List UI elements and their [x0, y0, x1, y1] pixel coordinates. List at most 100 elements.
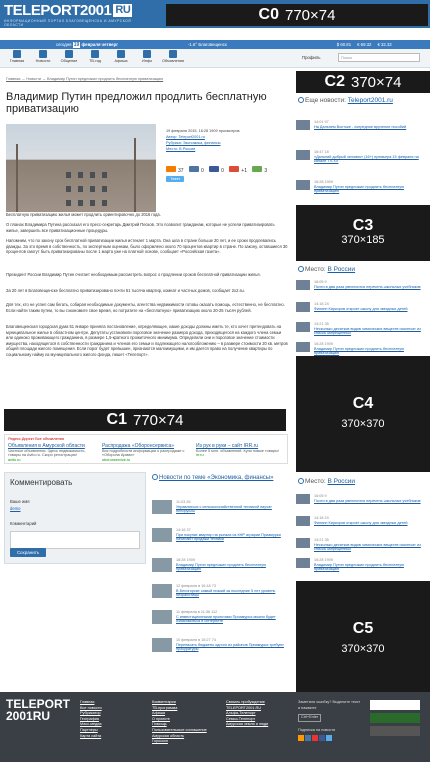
profile-menu[interactable]: Профиль [302, 55, 321, 60]
news-link[interactable]: Владимир Путин предложил продлить беспла… [314, 563, 430, 572]
breadcrumb[interactable]: Главная → Новости → Владимир Путин предл… [6, 77, 163, 81]
tweet-button[interactable]: Tweet [166, 176, 184, 182]
nav-news[interactable]: Новости [30, 50, 56, 63]
nav-home[interactable]: Главная [4, 50, 30, 63]
banner-c2[interactable]: C2 370×74 [296, 71, 430, 93]
nav-chat[interactable]: Общение [56, 50, 82, 63]
news-link[interactable]: Владимир Путин предложил продлить беспла… [314, 347, 430, 356]
footer-link[interactable]: Связать пробуждение [226, 700, 268, 706]
comment-form: Комментировать Ваше имя demo Комментарий… [4, 472, 146, 564]
rss-icon [152, 474, 158, 480]
vk-icon[interactable] [305, 735, 311, 742]
place-link[interactable]: В России [328, 478, 356, 485]
article-paragraph: О планах Владимира Путина рассказал его … [6, 222, 275, 233]
footer-col-4: Заметили ошибку? Выделите текст и нажмит… [298, 700, 362, 744]
footer-link[interactable]: Рубрикатор [80, 711, 102, 717]
nav-label: Инфо [141, 59, 153, 63]
stat-counter[interactable] [370, 726, 420, 736]
page-title: Владимир Путин предложил продлить беспла… [6, 91, 267, 115]
share-count: 37 [178, 168, 184, 174]
news-link[interactable]: Несколько десятков видов химических веще… [314, 543, 430, 552]
mailru-counter[interactable] [370, 700, 420, 710]
news-link[interactable]: Несколько десятков видов химических веще… [314, 327, 430, 336]
banner-c5-code: C5 [352, 620, 374, 637]
footer-link[interactable]: Гороскоп [152, 739, 207, 745]
place-label: Место: [305, 266, 326, 273]
nav-events[interactable]: Афиша [108, 50, 134, 63]
news-link[interactable]: Почти в два раза увеличится перечень шко… [314, 285, 430, 290]
nav-ads[interactable]: Объявления [160, 50, 186, 63]
logo-text: TELEPORT2001 [4, 2, 112, 19]
ad-item[interactable]: Из рук в руки – сайт IRR.ru Более 5 млн.… [196, 444, 286, 458]
rss-icon [298, 97, 304, 103]
banner-c3-code: C3 [352, 217, 374, 234]
banner-c4-size: 370×370 [341, 418, 385, 430]
news-thumb [296, 558, 310, 568]
article-paragraph: Благовещенская городская дума 51 январе … [6, 324, 288, 357]
weather-widget[interactable]: -1.6° Благовещенск [188, 42, 227, 47]
like-share-icon[interactable] [252, 166, 263, 172]
news-link[interactable]: С инвестиционными проектами Приамурья мо… [176, 615, 288, 624]
nav-label: ТВ-гид [89, 59, 101, 63]
twitter-icon[interactable] [326, 735, 332, 742]
news-link[interactable]: Почти в два раза увеличится перечень шко… [314, 499, 430, 504]
rate-cny: € 32.32 [377, 42, 392, 47]
facebook-share-icon[interactable] [209, 166, 220, 172]
place-link[interactable]: В России [328, 266, 356, 273]
news-link[interactable]: Владимир Путин предложил продлить беспла… [176, 563, 288, 572]
banner-c5[interactable]: C5 370×370 [296, 581, 430, 697]
related-news: Новости по теме «Экономика, финансы» 11:… [152, 474, 288, 652]
banner-c4[interactable]: C4 370×370 [296, 356, 430, 472]
comment-label: Комментарий [10, 521, 37, 526]
info-bar: сегодня 19 февраля четверг -1.6° Благове… [0, 40, 430, 49]
news-link[interactable]: Владимир Путин предложил продлить беспла… [314, 185, 430, 194]
news-link[interactable]: Управляться с сельскохозяйственной техни… [176, 505, 288, 514]
nav-label: Общение [60, 59, 78, 63]
ad-title[interactable]: Объявления в Амурской области [8, 444, 98, 449]
ads-label[interactable]: Яндекс.Директ Все объявления [8, 437, 64, 441]
name-link[interactable]: demo [10, 506, 20, 511]
nav-tv[interactable]: ТВ-гид [82, 50, 108, 63]
mail-icon[interactable] [312, 735, 318, 742]
news-thumb [296, 120, 310, 130]
article-meta: 19 февраля 2015, 16:28 1909 просмотров А… [166, 128, 286, 152]
comment-textarea[interactable] [10, 531, 140, 549]
article-paragraph: Президент России Владимир Путин считает … [6, 272, 261, 277]
news-link[interactable]: «Дальний добрый человек» (16+) премьера … [314, 155, 430, 164]
news-link[interactable]: Переписать бюджеты одного из районов При… [176, 643, 288, 652]
meta-place[interactable]: Место: В России [166, 146, 286, 152]
footer-link[interactable]: Карта сайта [80, 734, 102, 740]
vk-share-icon[interactable] [188, 166, 199, 172]
news-link[interactable]: Филипп Киркоров откроет школу для звездн… [314, 521, 430, 526]
nav-info[interactable]: Инфо [134, 50, 160, 63]
related-heading-text[interactable]: Новости по теме «Экономика, финансы» [159, 475, 273, 481]
news-link[interactable]: Филипп Киркоров откроет школу для звездн… [314, 307, 430, 312]
rss-icon[interactable] [298, 735, 304, 742]
gplus-share-icon[interactable] [229, 166, 240, 172]
news-thumb [296, 494, 310, 504]
banner-c0[interactable]: C0 770×74 [166, 4, 428, 26]
search-input[interactable]: Поиск [338, 53, 420, 62]
news-link[interactable]: В Белогорске самый низкий за последние 5… [176, 589, 288, 598]
footer-logo[interactable]: TELEPORT 2001RU [6, 698, 70, 722]
article-photo [6, 124, 156, 212]
ad-text: Вся подробности информации о распродаже … [102, 448, 185, 458]
more-news-link[interactable]: Teleport2001.ru [348, 97, 393, 104]
ad-item[interactable]: Распродажа «Оборонсервиса» Вся подробнос… [102, 444, 192, 462]
ok-share-icon[interactable] [166, 166, 176, 172]
share-count: 0 [221, 168, 224, 174]
news-thumb [152, 528, 172, 542]
banner-c3[interactable]: C3 370×185 [296, 205, 430, 261]
save-button[interactable]: Сохранить [10, 548, 46, 557]
ad-item[interactable]: Объявления в Амурской области Частные об… [8, 444, 98, 462]
rambler-counter[interactable] [370, 713, 420, 723]
news-link[interactable]: На Дальнем Востоке - очередное вручение … [314, 125, 430, 130]
site-logo[interactable]: TELEPORT2001 RU ИНФОРМАЦИОННЫЙ ПОРТАЛ БЛА… [4, 2, 136, 27]
facebook-icon[interactable] [319, 735, 325, 742]
place-heading: Место: В России [298, 266, 355, 273]
news-link[interactable]: При покупке квартир на рынках из КНР агр… [176, 533, 288, 542]
footer-link[interactable]: Амурская земля и люди [226, 722, 268, 728]
footer-link[interactable]: Пользовательское соглашение [152, 728, 207, 734]
banner-c1[interactable]: C1 770×74 [4, 409, 286, 431]
banner-c1-size: 770×74 [132, 411, 184, 429]
